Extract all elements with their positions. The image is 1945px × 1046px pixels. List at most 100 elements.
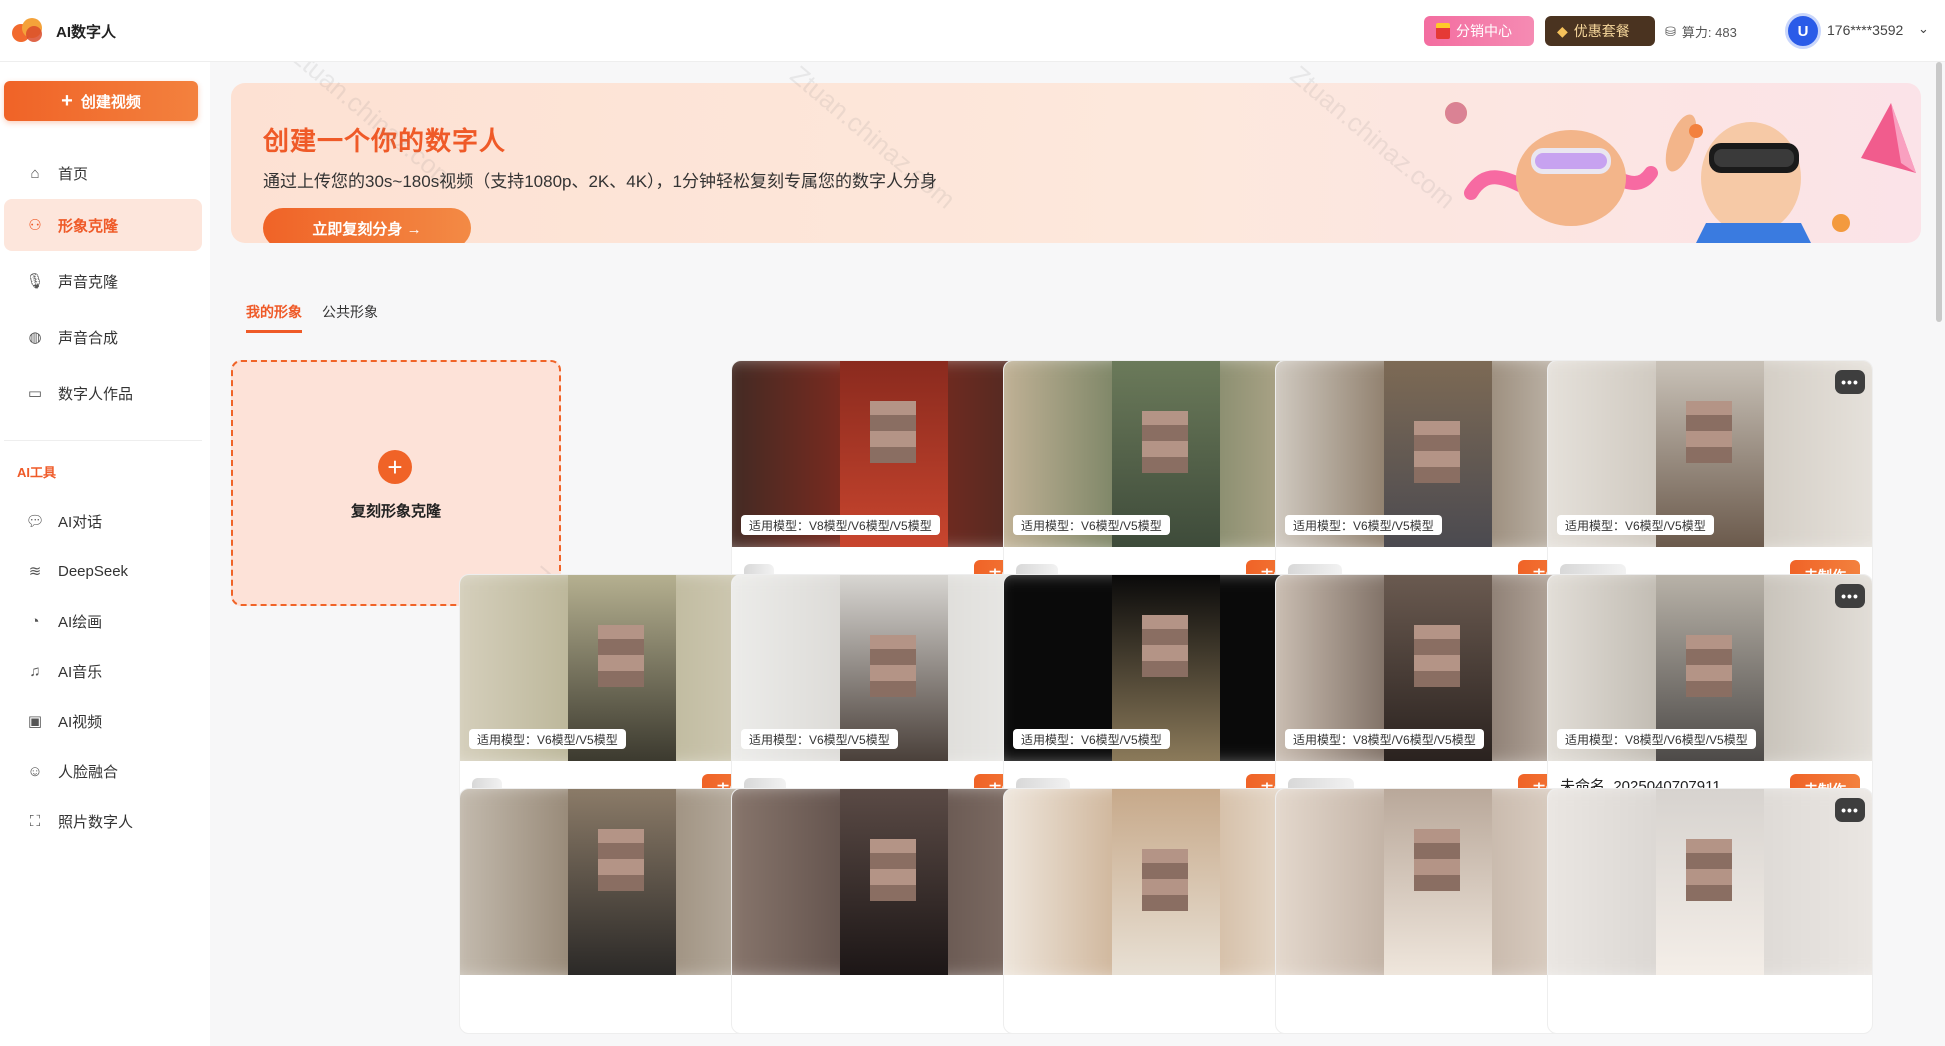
film-icon: ▣ [27, 713, 43, 730]
sidebar-item-label: 数字人作品 [58, 385, 134, 403]
more-options-icon[interactable]: ••• [1835, 584, 1865, 608]
pixelated-face [1142, 615, 1188, 677]
power-value: 算力: 483 [1681, 25, 1737, 40]
page-scrollbar[interactable] [1936, 62, 1942, 322]
pixelated-face [1142, 849, 1188, 911]
more-options-icon[interactable]: ••• [1835, 798, 1865, 822]
model-tag: 适用模型：V6模型/V5模型 [469, 729, 626, 749]
sidebar-item-label: 人脸融合 [58, 763, 119, 781]
sidebar-item-ai-chat[interactable]: 💬︎ AI对话 [4, 499, 202, 543]
thumbnail-video-frame [840, 789, 948, 975]
sidebar-item-home[interactable]: ⌂ 首页 [4, 147, 202, 199]
model-tag: 适用模型：V8模型/V6模型/V5模型 [741, 515, 940, 535]
video-icon: ▭ [27, 385, 43, 402]
banner-description: 通过上传您的30s~180s视频（支持1080p、2K、4K），1分钟轻松复刻专… [263, 172, 938, 191]
coins-icon: ⛁ [1665, 23, 1676, 39]
sidebar-item-photo-avatar[interactable]: ⛶ 照片数字人 [4, 799, 202, 843]
pixelated-face [1686, 839, 1732, 901]
sidebar-divider [4, 440, 202, 441]
sidebar-item-label: 首页 [58, 165, 89, 183]
avatar-thumbnail[interactable]: ••• 适用模型：V6模型/V5模型 [1548, 361, 1872, 547]
pixelated-face [870, 635, 916, 697]
plus-icon: + [378, 450, 412, 484]
sidebar-item-works[interactable]: ▭ 数字人作品 [4, 367, 202, 419]
thumbnail-video-frame [1656, 789, 1764, 975]
sidebar-item-ai-music[interactable]: ♫ AI音乐 [4, 649, 202, 693]
thumbnail-video-frame [568, 789, 676, 975]
sidebar-item-label: 声音合成 [58, 329, 119, 347]
sidebar-item-ai-video[interactable]: ▣ AI视频 [4, 699, 202, 743]
sidebar-item-ai-painting[interactable]: ◔ AI绘画 [4, 599, 202, 643]
sidebar-item-voice-synthesis[interactable]: ◍ 声音合成 [4, 311, 202, 363]
pixelated-face [1686, 401, 1732, 463]
thumbnail-video-frame [1112, 789, 1220, 975]
user-clone-icon: ⚇ [28, 217, 42, 234]
pixelated-face [870, 401, 916, 463]
model-tag: 适用模型：V8模型/V6模型/V5模型 [1557, 729, 1756, 749]
model-tag: 适用模型：V6模型/V5模型 [1285, 515, 1442, 535]
sidebar-item-deepseek[interactable]: ≋ DeepSeek [4, 549, 202, 593]
pixelated-face [1142, 411, 1188, 473]
banner-illustration [1445, 102, 1916, 243]
palette-icon: ◔ [30, 612, 40, 630]
clone-now-button[interactable]: 立即复刻分身 → [263, 208, 471, 243]
package-label: 优惠套餐 [1573, 23, 1630, 39]
main-content: 创建一个你的数字人 通过上传您的30s~180s视频（支持1080p、2K、4K… [210, 62, 1945, 1046]
chat-icon: 💬︎ [25, 513, 45, 530]
add-avatar-card[interactable]: + 复刻形象克隆 [231, 360, 561, 606]
model-tag: 适用模型：V6模型/V5模型 [1013, 729, 1170, 749]
app-title: AI数字人 [56, 24, 117, 41]
avatar-card[interactable]: ••• [1547, 788, 1873, 1034]
model-tag: 适用模型：V6模型/V5模型 [1013, 515, 1170, 535]
distribution-center-button[interactable]: 分销中心 [1424, 16, 1534, 46]
face-icon: ☺ [27, 762, 43, 780]
user-phone[interactable]: 176****3592 [1827, 22, 1903, 38]
top-header: AI数字人 分销中心 ◆ 优惠套餐 ⛁ 算力: 483 U 176****359… [0, 0, 1945, 62]
sidebar-item-label: AI绘画 [58, 613, 103, 631]
sidebar-item-label: AI音乐 [58, 663, 103, 681]
sidebar-item-avatar-clone[interactable]: ⚇ 形象克隆 [4, 199, 202, 251]
model-tag: 适用模型：V6模型/V5模型 [741, 729, 898, 749]
home-icon: ⌂ [30, 164, 40, 182]
sidebar: + 创建视频 ⌂ 首页 ⚇ 形象克隆 🎙︎ 声音克隆 ◍ 声音合成 ▭ 数字人作… [0, 62, 210, 1046]
avatar-thumbnail[interactable]: ••• 适用模型：V8模型/V6模型/V5模型 [1548, 575, 1872, 761]
pixelated-face [598, 829, 644, 891]
create-video-button[interactable]: + 创建视频 [4, 81, 198, 121]
compute-power: ⛁ 算力: 483 [1665, 22, 1737, 41]
more-options-icon[interactable]: ••• [1835, 370, 1865, 394]
sound-wave-icon: ◍ [28, 329, 42, 346]
model-tag: 适用模型：V6模型/V5模型 [1557, 515, 1714, 535]
sidebar-item-label: AI对话 [58, 513, 103, 531]
hero-banner: 创建一个你的数字人 通过上传您的30s~180s视频（支持1080p、2K、4K… [231, 83, 1921, 243]
pixelated-face [1414, 421, 1460, 483]
sidebar-item-voice-clone[interactable]: 🎙︎ 声音克隆 [4, 255, 202, 307]
avatar-thumbnail[interactable]: ••• [1548, 789, 1872, 975]
avatar-card[interactable]: •••适用模型：V6模型/V5模型去制作 [1547, 360, 1873, 606]
sidebar-item-label: 声音克隆 [58, 273, 119, 291]
add-avatar-label: 复刻形象克隆 [350, 503, 441, 520]
create-video-label: 创建视频 [80, 93, 141, 111]
model-tag: 适用模型：V8模型/V6模型/V5模型 [1285, 729, 1484, 749]
sidebar-item-face-fusion[interactable]: ☺ 人脸融合 [4, 749, 202, 793]
sidebar-item-label: DeepSeek [58, 562, 129, 580]
plus-icon: + [61, 90, 73, 112]
thumbnail-video-frame [1384, 789, 1492, 975]
avatar[interactable]: U [1785, 13, 1821, 49]
photo-person-icon: ⛶ [29, 812, 41, 830]
avatar-tabs: 我的形象 公共形象 [246, 302, 378, 333]
sidebar-item-label: AI视频 [58, 713, 103, 731]
whale-icon: ≋ [28, 563, 42, 580]
ai-tools-heading: AI工具 [17, 465, 57, 480]
avatar-card[interactable]: •••适用模型：V8模型/V6模型/V5模型未命名_2025040707911去… [1547, 574, 1873, 820]
pixelated-face [1414, 829, 1460, 891]
discount-package-button[interactable]: ◆ 优惠套餐 [1545, 16, 1655, 46]
app-logo[interactable] [12, 18, 46, 44]
pixelated-face [598, 625, 644, 687]
red-packet-icon [1436, 23, 1450, 39]
pixelated-face [1414, 625, 1460, 687]
chevron-down-icon[interactable]: ⌄ [1918, 21, 1929, 37]
tab-my-avatars[interactable]: 我的形象 [246, 302, 302, 333]
sidebar-item-label: 照片数字人 [58, 813, 134, 831]
tab-public-avatars[interactable]: 公共形象 [322, 302, 378, 333]
sidebar-item-label: 形象克隆 [58, 217, 119, 235]
